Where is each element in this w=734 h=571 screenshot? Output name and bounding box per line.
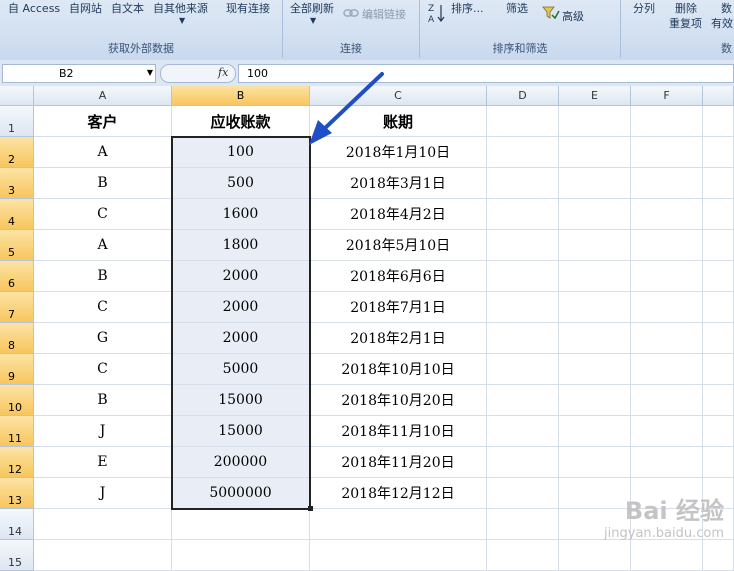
- watermark-url: jingyan.baidu.com: [604, 526, 724, 541]
- annotation-arrow-icon: [309, 72, 384, 145]
- watermark-logo: Bai 经验: [624, 497, 724, 525]
- watermark: Bai 经验 jingyan.baidu.com: [604, 491, 724, 541]
